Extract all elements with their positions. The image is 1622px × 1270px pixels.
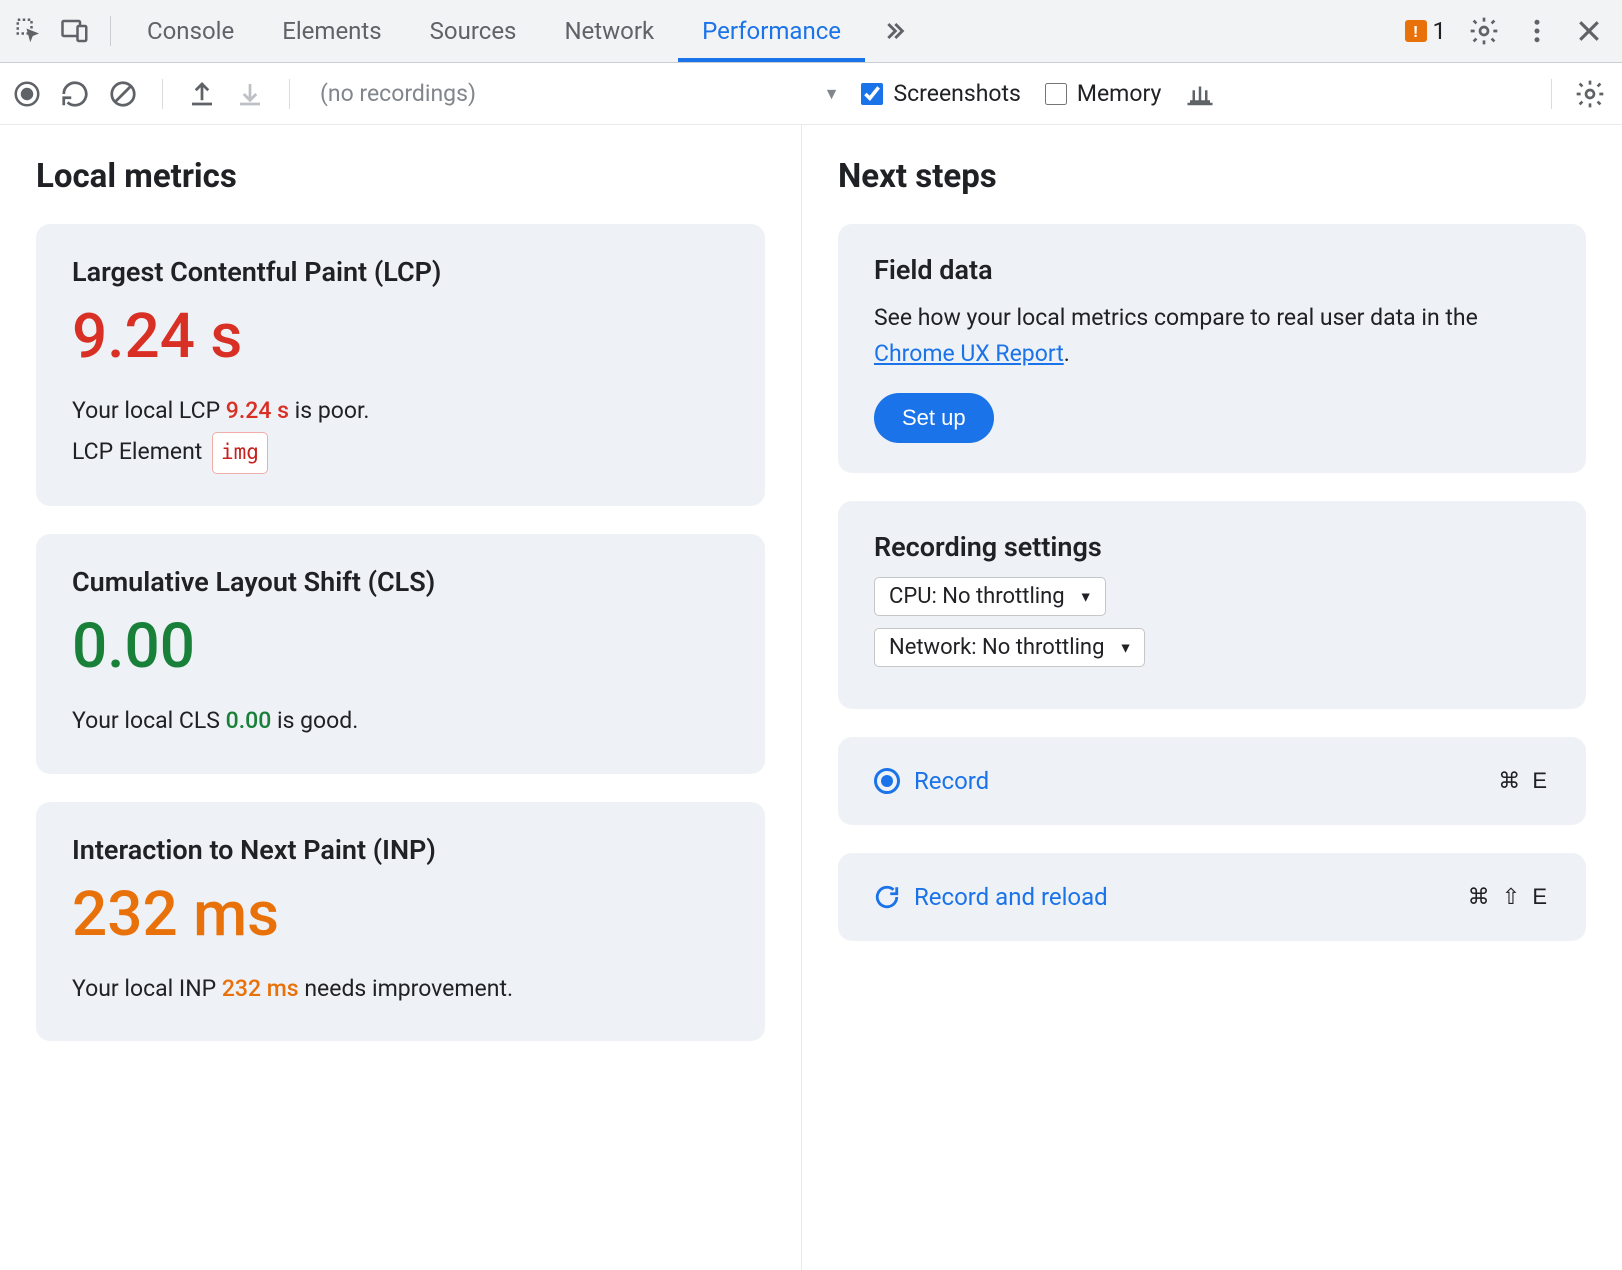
lcp-card: Largest Contentful Paint (LCP) 9.24 s Yo… [36, 224, 765, 506]
field-data-text: See how your local metrics compare to re… [874, 300, 1550, 371]
field-data-heading: Field data [874, 254, 1550, 286]
garbage-collect-icon[interactable] [1185, 79, 1215, 109]
tabs-overflow-button[interactable] [865, 0, 921, 62]
performance-toolbar: (no recordings) ▼ Screenshots Memory [0, 63, 1622, 125]
device-toggle-icon[interactable] [60, 16, 90, 46]
cls-label: Cumulative Layout Shift (CLS) [72, 566, 729, 598]
cls-value: 0.00 [72, 616, 729, 678]
clear-icon[interactable] [108, 79, 138, 109]
field-data-card: Field data See how your local metrics co… [838, 224, 1586, 473]
devtools-tab-bar: Console Elements Sources Network Perform… [0, 0, 1622, 63]
screenshots-checkbox-group[interactable]: Screenshots [861, 80, 1020, 107]
issues-badge[interactable]: ! 1 [1405, 17, 1447, 45]
record-reload-action-label: Record and reload [914, 883, 1108, 911]
record-reload-action-card[interactable]: Record and reload ⌘ ⇧ E [838, 853, 1586, 941]
record-shortcut: ⌘ E [1498, 768, 1550, 794]
inspect-element-icon[interactable] [14, 16, 44, 46]
chrome-ux-report-link[interactable]: Chrome UX Report [874, 340, 1064, 367]
tab-console[interactable]: Console [123, 0, 258, 62]
screenshots-checkbox[interactable] [861, 83, 883, 105]
tab-performance[interactable]: Performance [678, 0, 865, 62]
divider [1551, 79, 1552, 109]
main-content: Local metrics Largest Contentful Paint (… [0, 125, 1622, 1270]
close-icon[interactable] [1574, 16, 1604, 46]
record-reload-action[interactable]: Record and reload [874, 883, 1108, 911]
next-steps-panel: Next steps Field data See how your local… [802, 125, 1622, 1270]
record-action[interactable]: Record [874, 767, 989, 795]
panel-settings-gear-icon[interactable] [1574, 78, 1606, 110]
network-throttling-select[interactable]: Network: No throttling [874, 628, 1145, 667]
recordings-dropdown-caret[interactable]: ▼ [812, 84, 852, 104]
cpu-throttling-select[interactable]: CPU: No throttling [874, 577, 1106, 616]
lcp-label: Largest Contentful Paint (LCP) [72, 256, 729, 288]
cls-card: Cumulative Layout Shift (CLS) 0.00 Your … [36, 534, 765, 773]
lcp-element-tag[interactable]: img [212, 432, 268, 474]
local-metrics-title: Local metrics [36, 157, 765, 196]
upload-icon[interactable] [187, 79, 217, 109]
reload-icon[interactable] [60, 79, 90, 109]
record-action-label: Record [914, 767, 989, 795]
inp-value: 232 ms [72, 884, 729, 946]
divider [110, 16, 111, 46]
lcp-description: Your local LCP 9.24 s is poor. [72, 390, 729, 431]
kebab-menu-icon[interactable] [1522, 16, 1552, 46]
recording-settings-heading: Recording settings [874, 531, 1550, 563]
screenshots-label: Screenshots [893, 80, 1020, 107]
warning-icon: ! [1405, 20, 1427, 42]
download-icon[interactable] [235, 79, 265, 109]
next-steps-title: Next steps [838, 157, 1586, 196]
setup-button[interactable]: Set up [874, 393, 994, 443]
record-reload-action-icon [874, 884, 900, 910]
issues-count: 1 [1433, 17, 1447, 45]
recordings-dropdown-label: (no recordings) [314, 80, 476, 107]
memory-checkbox[interactable] [1045, 83, 1067, 105]
local-metrics-panel: Local metrics Largest Contentful Paint (… [0, 125, 802, 1270]
divider [162, 79, 163, 109]
memory-checkbox-group[interactable]: Memory [1045, 80, 1161, 107]
record-action-card[interactable]: Record ⌘ E [838, 737, 1586, 825]
inp-description: Your local INP 232 ms needs improvement. [72, 968, 729, 1009]
record-action-icon [874, 768, 900, 794]
tab-network[interactable]: Network [540, 0, 678, 62]
divider [289, 79, 290, 109]
tab-elements[interactable]: Elements [258, 0, 405, 62]
lcp-value: 9.24 s [72, 306, 729, 368]
record-reload-shortcut: ⌘ ⇧ E [1468, 884, 1550, 910]
memory-label: Memory [1077, 80, 1161, 107]
cls-description: Your local CLS 0.00 is good. [72, 700, 729, 741]
inp-card: Interaction to Next Paint (INP) 232 ms Y… [36, 802, 765, 1041]
inp-label: Interaction to Next Paint (INP) [72, 834, 729, 866]
settings-gear-icon[interactable] [1468, 15, 1500, 47]
recording-settings-card: Recording settings CPU: No throttling Ne… [838, 501, 1586, 709]
lcp-element-row: LCP Element img [72, 431, 729, 474]
record-icon[interactable] [12, 79, 42, 109]
tab-sources[interactable]: Sources [406, 0, 541, 62]
